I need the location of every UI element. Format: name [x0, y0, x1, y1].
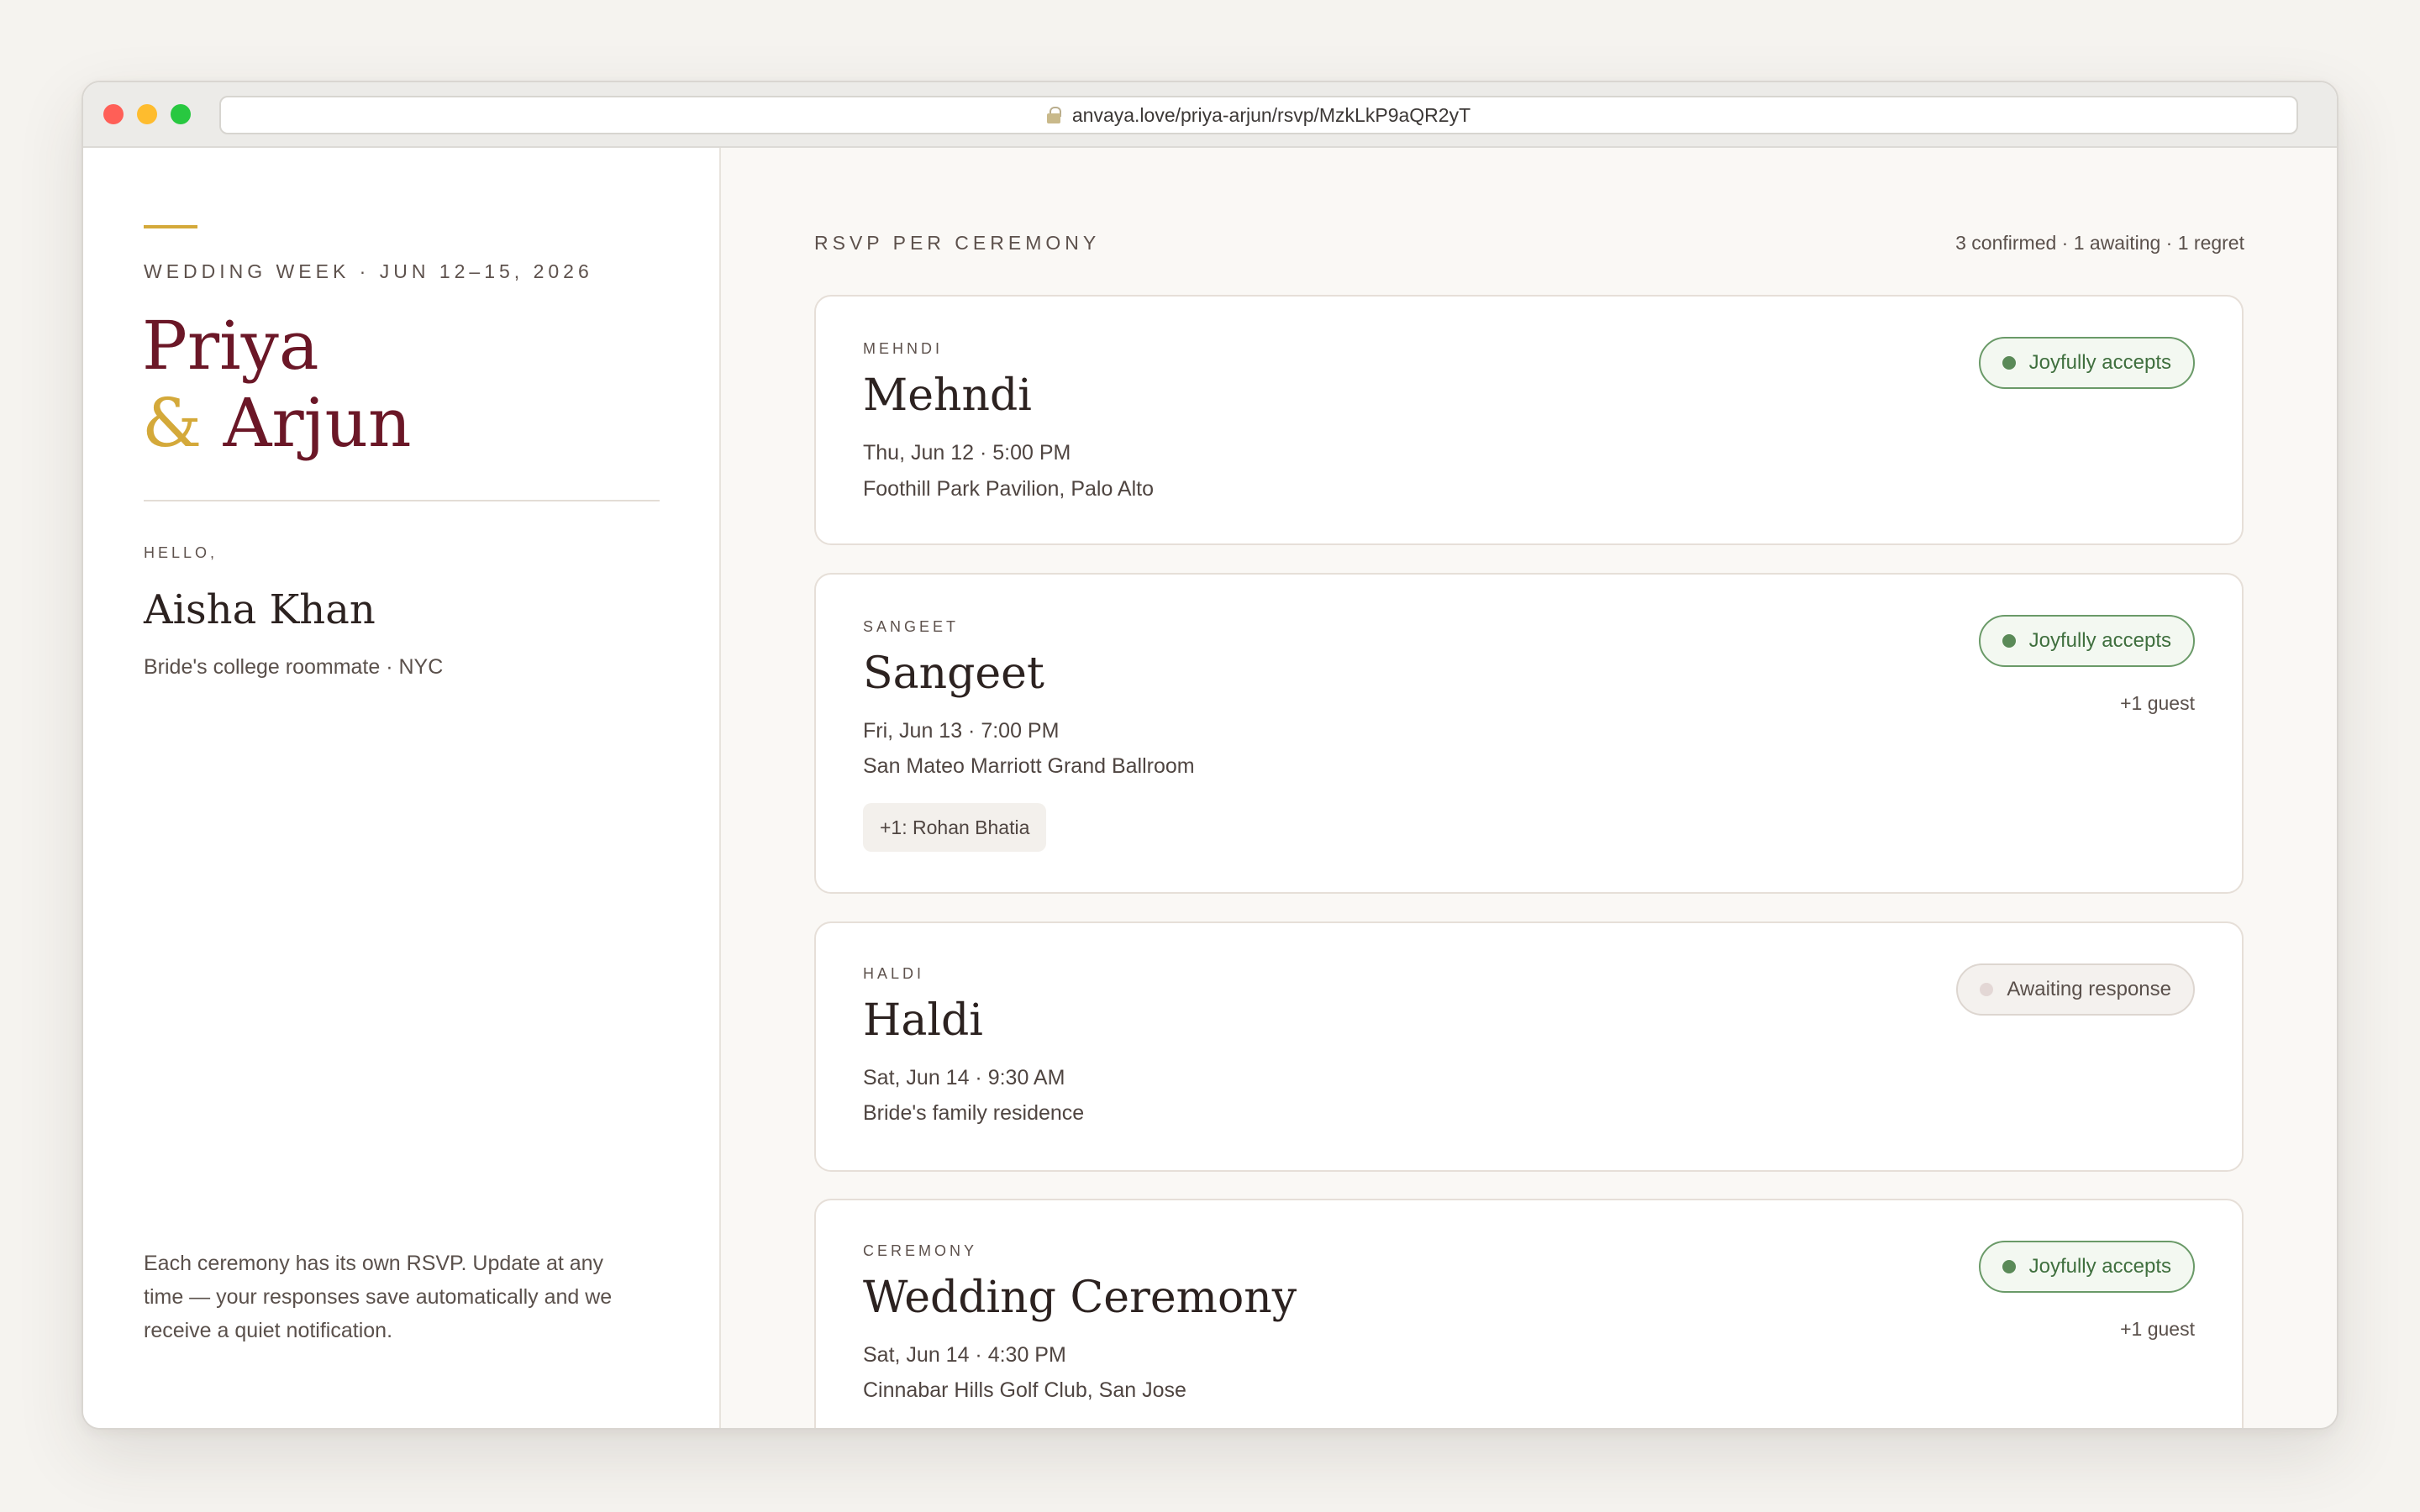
- status-dot-icon: [2002, 356, 2016, 370]
- ceremony-venue: Foothill Park Pavilion, Palo Alto: [863, 477, 1155, 501]
- ceremony-venue: Cinnabar Hills Golf Club, San Jose: [863, 1378, 1186, 1402]
- browser-toolbar: anvaya.love/priya-arjun/rsvp/MzkLkP9aQR2…: [83, 82, 2337, 148]
- maximize-window-button[interactable]: [171, 104, 191, 124]
- ceremony-title: Mehndi: [863, 370, 1032, 421]
- minimize-window-button[interactable]: [137, 104, 157, 124]
- ceremony-tag: CEREMONY: [863, 1242, 978, 1259]
- url-text: anvaya.love/priya-arjun/rsvp/MzkLkP9aQR2…: [1071, 103, 1471, 126]
- rsvp-summary: 3 confirmed · 1 awaiting · 1 regret: [1955, 232, 2244, 254]
- plus-guest-count: +1 guest: [2120, 692, 2195, 714]
- ceremony-card-sangeet[interactable]: SANGEET Sangeet Fri, Jun 13 · 7:00 PM Sa…: [814, 573, 2244, 894]
- address-bar[interactable]: anvaya.love/priya-arjun/rsvp/MzkLkP9aQR2…: [219, 96, 2298, 134]
- rsvp-status-button[interactable]: Joyfully accepts: [1978, 1241, 2195, 1293]
- main-content: RSVP PER CEREMONY 3 confirmed · 1 awaiti…: [721, 148, 2337, 1428]
- ceremony-card-haldi[interactable]: HALDI Haldi Sat, Jun 14 · 9:30 AM Bride'…: [814, 921, 2244, 1172]
- rsvp-status-label: Joyfully accepts: [2028, 1255, 2171, 1278]
- wedding-week-label: WEDDING WEEK · JUN 12–15, 2026: [144, 260, 593, 282]
- close-window-button[interactable]: [103, 104, 124, 124]
- ceremony-tag: MEHNDI: [863, 340, 943, 357]
- lock-icon: [1046, 107, 1061, 123]
- couple-second-name: Arjun: [223, 384, 412, 462]
- rsvp-status-label: Awaiting response: [2007, 978, 2171, 1000]
- browser-window: anvaya.love/priya-arjun/rsvp/MzkLkP9aQR2…: [82, 81, 2338, 1430]
- guest-name: Aisha Khan: [144, 586, 376, 633]
- ceremony-title: Wedding Ceremony: [863, 1273, 1297, 1323]
- accent-divider: [144, 225, 197, 228]
- status-dot-icon: [2002, 1260, 2016, 1273]
- sidebar-divider: [144, 500, 660, 501]
- section-heading: RSVP PER CEREMONY: [814, 232, 1101, 254]
- rsvp-status-label: Joyfully accepts: [2028, 351, 2171, 374]
- ceremony-title: Sangeet: [863, 648, 1044, 699]
- status-dot-icon: [1980, 983, 1994, 996]
- couple-second-line: & Arjun: [142, 385, 412, 462]
- rsvp-status-button[interactable]: Joyfully accepts: [1978, 337, 2195, 389]
- ceremony-datetime: Thu, Jun 12 · 5:00 PM: [863, 441, 1071, 465]
- rsvp-status-button[interactable]: Joyfully accepts: [1978, 615, 2195, 667]
- greeting-label: HELLO,: [144, 544, 218, 561]
- ceremony-tag: HALDI: [863, 965, 925, 982]
- plus-guest-count: +1 guest: [2120, 1318, 2195, 1340]
- ceremony-tag: SANGEET: [863, 618, 960, 635]
- ceremony-card-wedding[interactable]: CEREMONY Wedding Ceremony Sat, Jun 14 · …: [814, 1199, 2244, 1428]
- ceremony-title: Haldi: [863, 995, 983, 1046]
- guest-relation: Bride's college roommate · NYC: [144, 655, 444, 679]
- rsvp-status-label: Joyfully accepts: [2028, 629, 2171, 652]
- couple-names: Priya & Arjun: [142, 307, 412, 462]
- status-dot-icon: [2002, 634, 2016, 648]
- ceremony-datetime: Sat, Jun 14 · 4:30 PM: [863, 1343, 1066, 1367]
- ceremony-card-mehndi[interactable]: MEHNDI Mehndi Thu, Jun 12 · 5:00 PM Foot…: [814, 295, 2244, 545]
- ceremony-venue: San Mateo Marriott Grand Ballroom: [863, 754, 1195, 778]
- rsvp-footnote: Each ceremony has its own RSVP. Update a…: [144, 1252, 613, 1342]
- ampersand: &: [142, 384, 203, 462]
- rsvp-status-button[interactable]: Awaiting response: [1956, 963, 2195, 1016]
- sidebar: WEDDING WEEK · JUN 12–15, 2026 Priya & A…: [83, 148, 721, 1428]
- couple-first-name: Priya: [142, 307, 319, 385]
- ceremony-datetime: Fri, Jun 13 · 7:00 PM: [863, 719, 1060, 743]
- plus-one-chip[interactable]: +1: Rohan Bhatia: [863, 803, 1047, 852]
- ceremony-datetime: Sat, Jun 14 · 9:30 AM: [863, 1066, 1065, 1089]
- ceremony-venue: Bride's family residence: [863, 1101, 1085, 1125]
